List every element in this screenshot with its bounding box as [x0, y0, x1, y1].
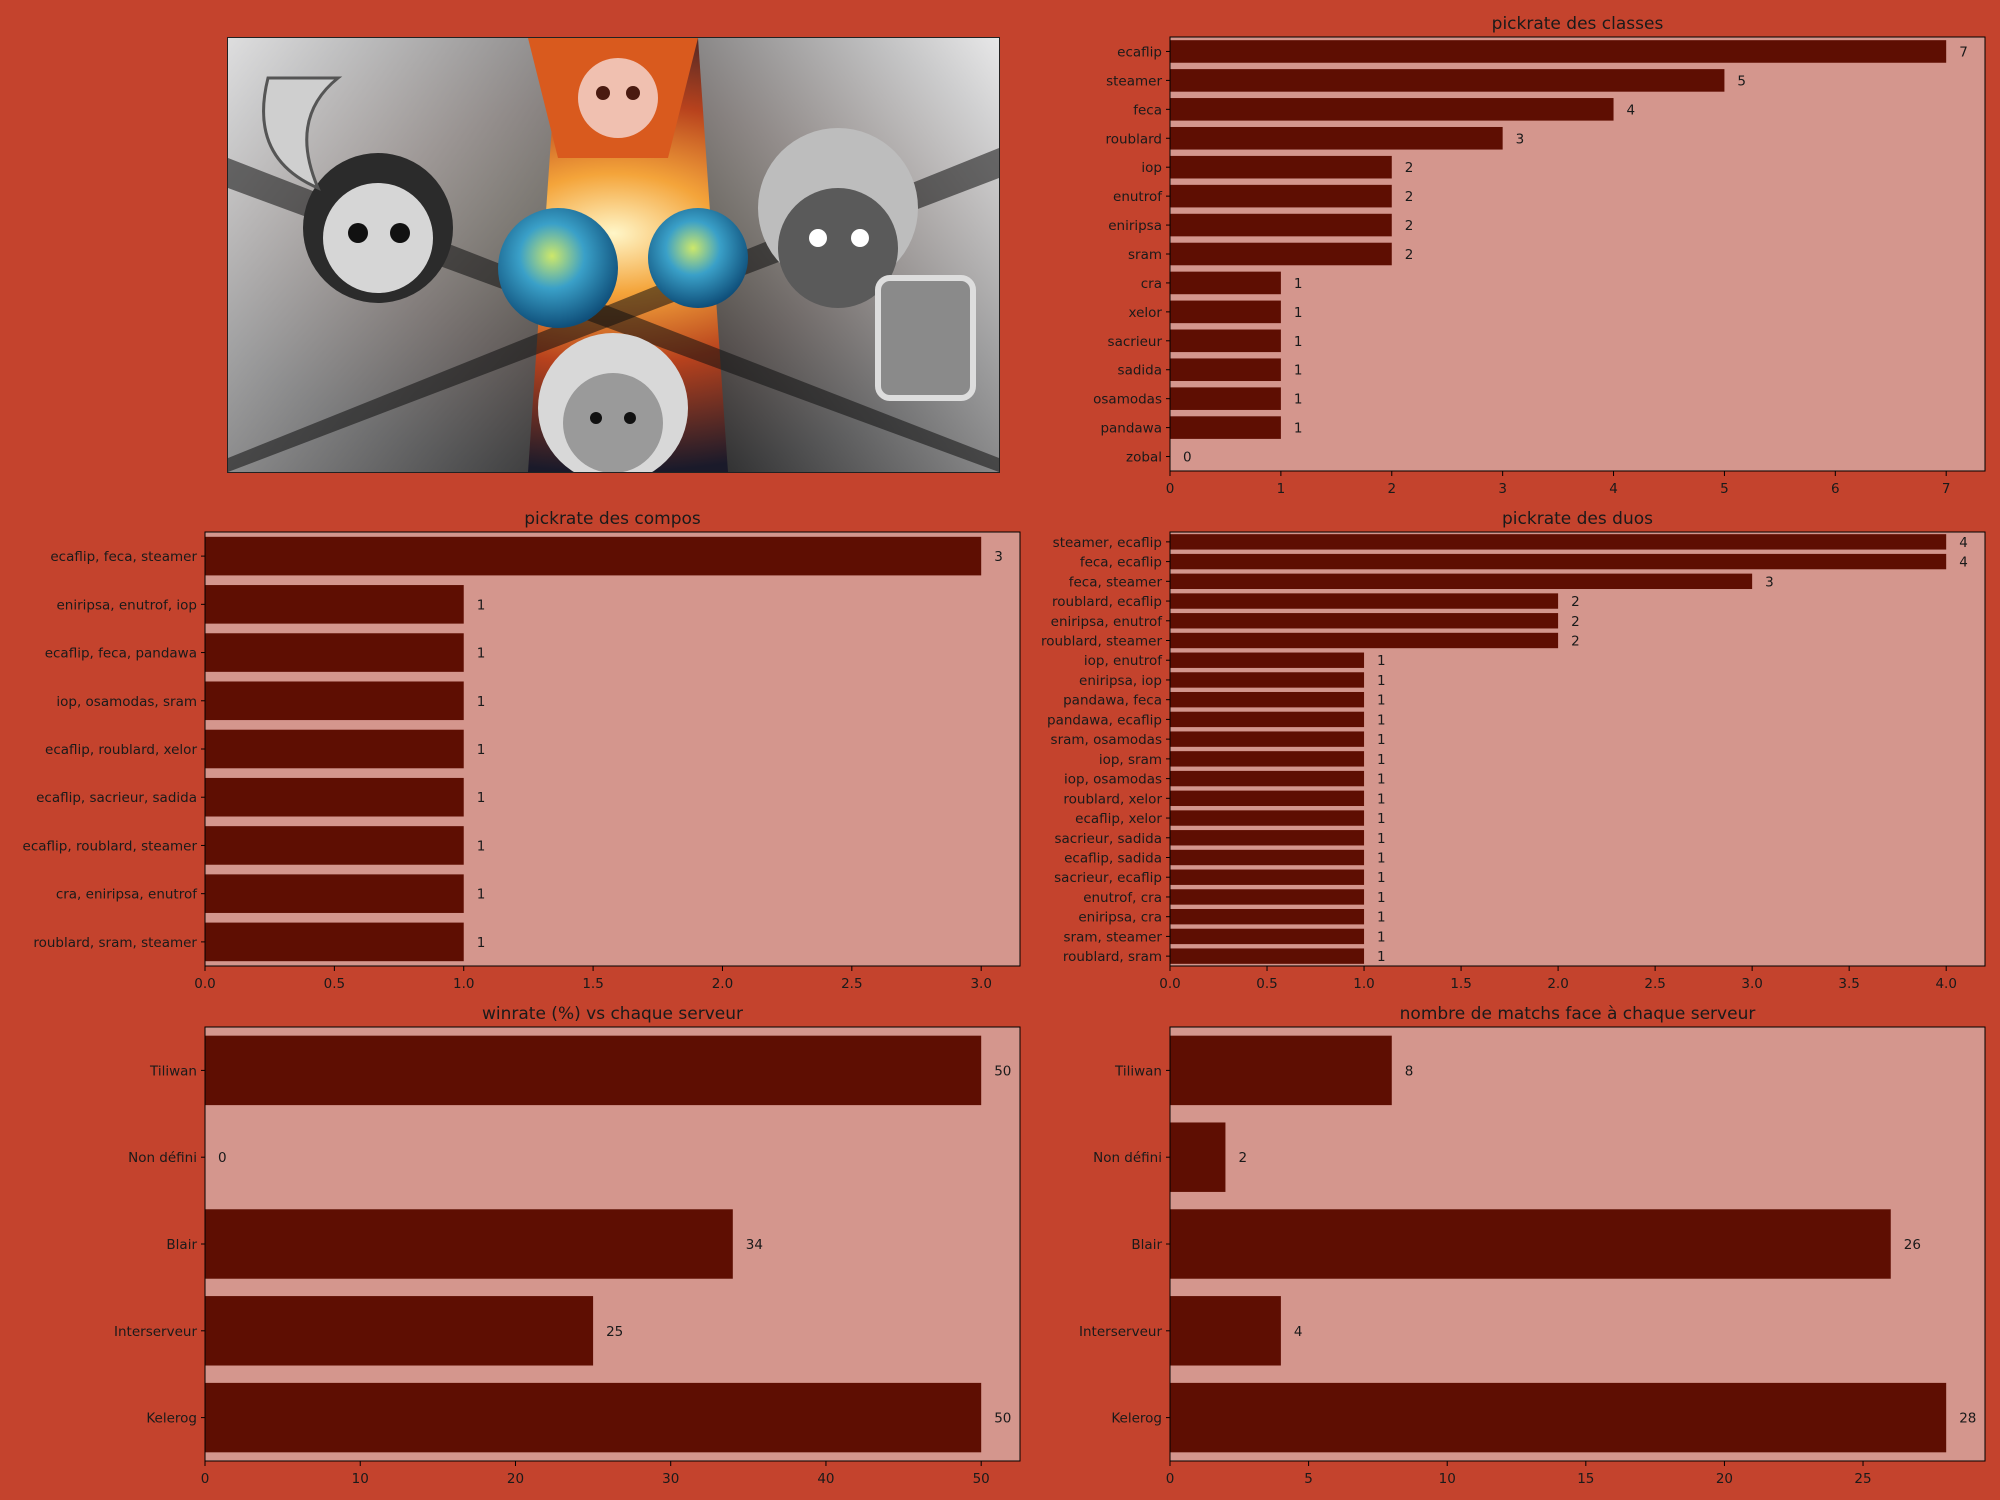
category-label: Blair — [1131, 1237, 1162, 1253]
data-label: 28 — [1959, 1411, 1976, 1427]
data-label: 26 — [1904, 1237, 1921, 1253]
x-tick-label: 20 — [1716, 1471, 1733, 1487]
data-label: 4 — [1294, 1324, 1303, 1340]
chart-matchs-serveur: nombre de matchs face à chaque serveur Ti… — [1079, 1004, 1986, 1487]
bar — [1170, 1296, 1281, 1366]
x-tick-label: 25 — [1854, 1471, 1871, 1487]
category-label: Non défini — [1093, 1150, 1162, 1166]
data-label: 2 — [1238, 1150, 1247, 1166]
x-tick-label: 10 — [1439, 1471, 1456, 1487]
chart-title: nombre de matchs face à chaque serveur — [1400, 1004, 1756, 1024]
x-tick-label: 0 — [1166, 1471, 1175, 1487]
bar — [1170, 1209, 1891, 1279]
dashboard-figure: pickrate des classes ecaflip 7 steamer 5 feca… — [0, 0, 2000, 1500]
bar — [1170, 1035, 1392, 1106]
data-label: 8 — [1405, 1063, 1414, 1079]
category-label: Kelerog — [1111, 1411, 1162, 1427]
bar — [1170, 1382, 1947, 1453]
category-label: Tiliwan — [1114, 1063, 1162, 1079]
x-tick-label: 5 — [1304, 1471, 1313, 1487]
x-tick-label: 15 — [1577, 1471, 1594, 1487]
category-label: Interserveur — [1079, 1324, 1162, 1340]
bar — [1170, 1122, 1226, 1192]
